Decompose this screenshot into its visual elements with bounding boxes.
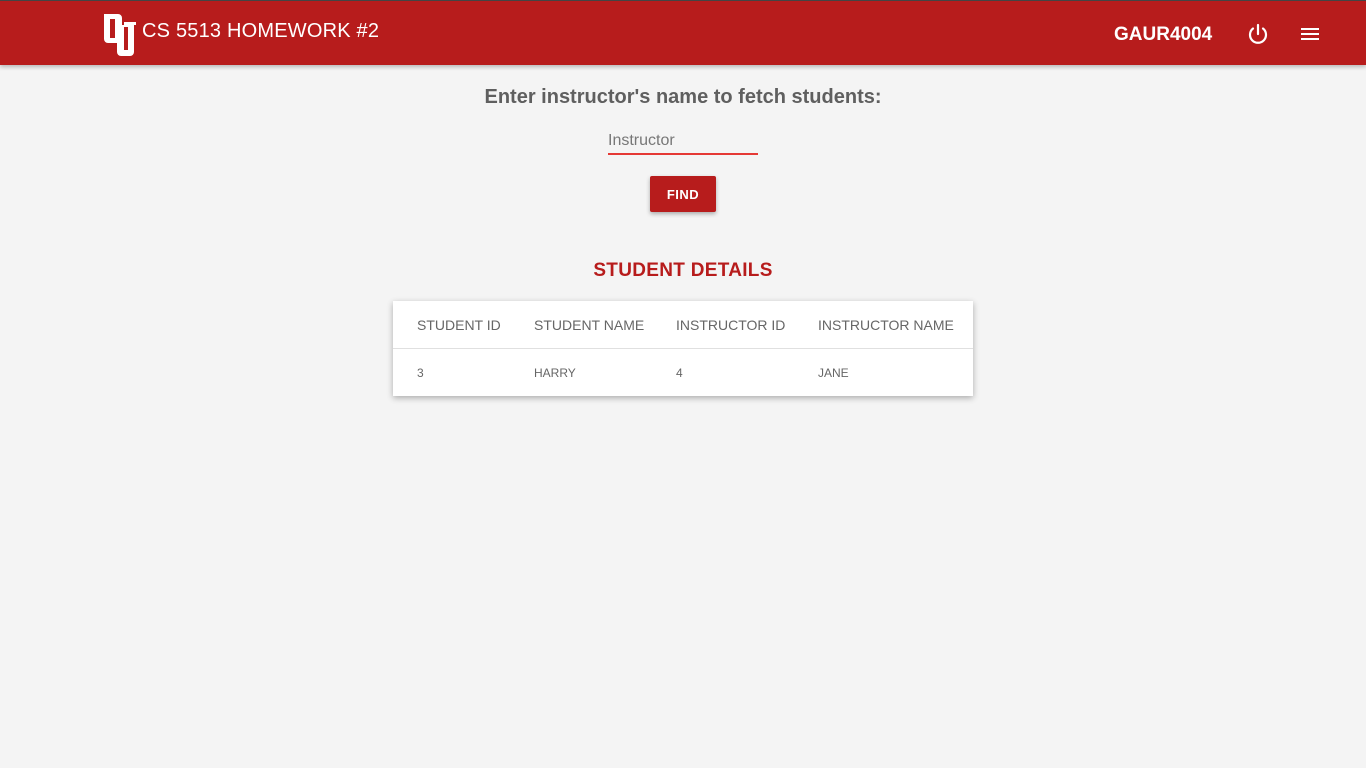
hamburger-menu-icon [1301,28,1319,40]
logout-button[interactable] [1244,20,1272,48]
student-details-title: STUDENT DETAILS [593,260,773,281]
table-row: 3 HARRY 4 JANE [393,349,973,397]
menu-button[interactable] [1296,20,1324,48]
instructor-input[interactable] [608,128,758,155]
cell-student-name: HARRY [534,365,576,380]
cell-instructor-id: 4 [676,365,683,380]
find-button[interactable]: FIND [650,176,716,212]
app-title: CS 5513 HOMEWORK #2 [142,20,380,42]
cell-instructor-name: JANE [818,365,849,380]
power-icon [1248,23,1268,44]
column-header-student-name: STUDENT NAME [534,301,676,349]
table-header-row: STUDENT ID STUDENT NAME INSTRUCTOR ID IN… [393,301,973,349]
top-app-bar: CS 5513 HOMEWORK #2 GAUR4004 [0,0,1366,65]
username-label: GAUR4004 [1114,24,1213,45]
ou-logo-icon [104,14,136,56]
column-header-student-id: STUDENT ID [393,301,534,349]
column-header-instructor-id: INSTRUCTOR ID [676,301,818,349]
column-header-instructor-name: INSTRUCTOR NAME [818,301,973,349]
student-details-table-card: STUDENT ID STUDENT NAME INSTRUCTOR ID IN… [393,301,973,396]
search-prompt: Enter instructor's name to fetch student… [484,86,882,108]
cell-student-id: 3 [417,365,424,380]
student-details-table: STUDENT ID STUDENT NAME INSTRUCTOR ID IN… [393,301,973,396]
